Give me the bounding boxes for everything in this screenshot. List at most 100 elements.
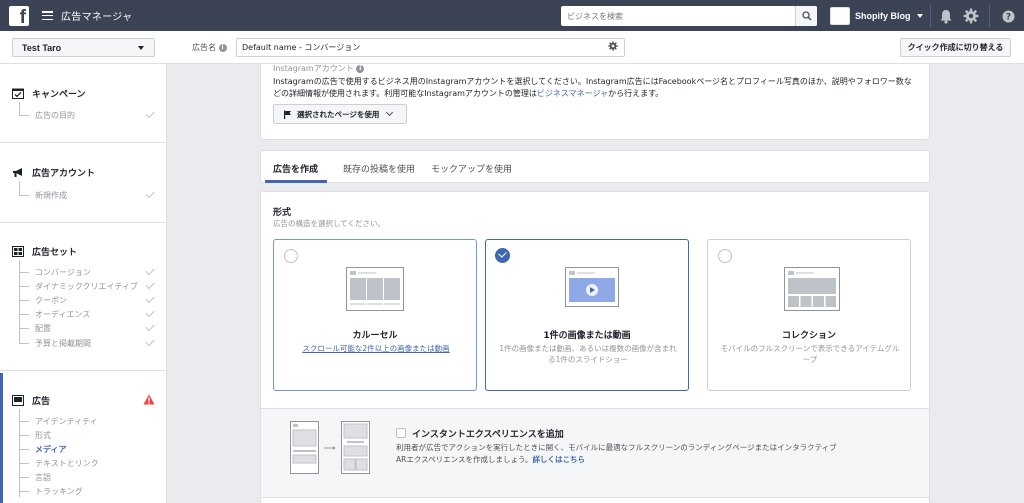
account-switcher[interactable]: Shopify Blog (830, 6, 923, 26)
business-manager-link[interactable]: ビジネスマネージャ (537, 89, 608, 98)
divider (989, 4, 990, 27)
tab-existing-post[interactable]: 既存の投稿を使用 (343, 162, 415, 175)
tree-line (19, 449, 29, 450)
svg-text:?: ? (1005, 12, 1010, 22)
learn-more-link[interactable]: 詳しくはこちら (533, 455, 586, 464)
account-name: Shopify Blog (855, 11, 911, 21)
instagram-description: Instagramの広告で使用するビジネス用のInstagramアカウントを選択… (273, 77, 912, 98)
check-icon (145, 279, 155, 290)
tree-line (19, 343, 29, 344)
gear-icon[interactable] (962, 7, 980, 25)
campaign-icon (12, 88, 24, 100)
sidebar-item-format[interactable]: 形式 (35, 430, 51, 441)
tree-line (19, 272, 29, 273)
facebook-logo-icon[interactable]: f (9, 5, 29, 27)
format-option-single-image-video[interactable]: 1件の画像または動画 1件の画像または動画、あるいは複数の画像が含まれる1件のス… (485, 239, 689, 391)
chevron-down-icon (386, 108, 394, 117)
use-selected-page-button[interactable]: 選択されたページを使用 (273, 104, 407, 124)
sidebar-item-coupon[interactable]: クーポン (35, 295, 67, 306)
single-video-illustration-icon (565, 267, 619, 307)
flag-icon (284, 110, 291, 119)
business-search-input[interactable] (561, 6, 795, 26)
hamburger-icon[interactable] (42, 11, 53, 20)
carousel-illustration-icon (346, 267, 404, 311)
tree-line (19, 300, 29, 301)
format-card: 形式 広告の構造を選択してください。 カルーセル スクロール可能な2件以上の画像… (260, 191, 930, 503)
sidebar-item-new-account[interactable]: 新規作成 (35, 190, 67, 201)
sidebar-item-media[interactable]: メディア (35, 444, 66, 455)
sidebar: キャンペーン 広告の目的 広告アカウント 新規作成 広告セット コンバージョン … (0, 64, 167, 503)
format-option-carousel[interactable]: カルーセル スクロール可能な2件以上の画像または動画 (273, 239, 477, 391)
check-icon (145, 293, 155, 304)
quick-create-button[interactable]: クイック作成に切り替える (900, 38, 1011, 57)
gear-icon[interactable] (608, 41, 618, 54)
sidebar-section-ad-set[interactable]: 広告セット (12, 245, 77, 258)
bell-icon[interactable] (937, 7, 955, 25)
ad-set-icon (12, 246, 24, 258)
tree-line (19, 314, 29, 315)
sidebar-item-text-link[interactable]: テキストとリンク (35, 458, 99, 469)
tree-line (19, 195, 29, 196)
sidebar-item-language[interactable]: 言語 (35, 472, 51, 483)
sidebar-section-ad[interactable]: 広告 (12, 394, 50, 407)
format-option-name: 1件の画像または動画 (543, 331, 631, 341)
chevron-down-icon (138, 46, 144, 50)
active-tab-indicator (265, 180, 327, 183)
main-content: Instagramアカウント i Instagramの広告で使用するビジネス用の… (167, 64, 1024, 503)
search-button[interactable] (795, 6, 817, 26)
check-icon (145, 188, 155, 199)
sidebar-item-budget[interactable]: 予算と掲載期間 (35, 338, 91, 349)
warning-icon (143, 394, 155, 408)
instant-experience-section: インスタントエクスペリエンスを追加 利用者が広告でアクションを実行したときに開く… (261, 408, 929, 503)
check-icon (145, 108, 155, 119)
tree-line (19, 286, 29, 287)
tree-line (19, 491, 29, 492)
next-section-card (260, 497, 930, 503)
check-icon (145, 321, 155, 332)
business-search (561, 6, 817, 26)
creation-tabs: 広告を作成 既存の投稿を使用 モックアップを使用 (260, 150, 930, 183)
sidebar-section-ad-account[interactable]: 広告アカウント (12, 166, 95, 179)
info-icon[interactable]: i (356, 65, 365, 73)
info-icon[interactable]: i (218, 44, 227, 52)
ad-account-select[interactable]: Test Taro (12, 38, 155, 57)
app-title: 広告マネージャ (61, 12, 133, 23)
sidebar-item-identity[interactable]: アイデンティティ (35, 416, 98, 427)
format-option-description: モバイルのフルスクリーンで表示できるアイテムグループ (720, 344, 900, 364)
ad-account-select-value: Test Taro (22, 42, 62, 53)
instant-experience-title: インスタントエクスペリエンスを追加 (412, 430, 564, 440)
sidebar-item-audience[interactable]: オーディエンス (35, 309, 90, 320)
tree-line (19, 328, 29, 329)
format-option-collection[interactable]: コレクション モバイルのフルスクリーンで表示できるアイテムグループ (707, 239, 911, 391)
search-icon (801, 11, 812, 21)
tree-line (19, 115, 29, 116)
sidebar-item-dynamic-creative[interactable]: ダイナミッククリエイティブ (35, 281, 138, 292)
format-option-description: スクロール可能な2件以上の画像または動画 (302, 344, 450, 353)
collection-illustration-icon (784, 267, 840, 311)
tab-create-ad[interactable]: 広告を作成 (273, 162, 318, 175)
megaphone-icon (12, 167, 24, 179)
sidebar-item-tracking[interactable]: トラッキング (35, 486, 83, 497)
sidebar-item-objective[interactable]: 広告の目的 (35, 110, 75, 121)
ad-name-input[interactable]: Default name - コンバージョン (236, 38, 625, 57)
tree-line (19, 463, 29, 464)
check-icon (145, 307, 155, 318)
sidebar-item-placement[interactable]: 配置 (35, 323, 51, 334)
instant-experience-checkbox[interactable] (396, 428, 406, 438)
radio-checked-icon[interactable] (495, 248, 510, 263)
radio-button[interactable] (284, 249, 298, 263)
tree-line (19, 409, 20, 497)
chevron-down-icon (916, 14, 923, 18)
account-thumbnail (830, 7, 850, 25)
tab-mockup[interactable]: モックアップを使用 (431, 162, 512, 175)
divider (0, 370, 166, 371)
sidebar-section-campaign[interactable]: キャンペーン (12, 87, 86, 100)
help-icon[interactable]: ? (999, 7, 1017, 25)
sidebar-item-conversion[interactable]: コンバージョン (35, 267, 91, 278)
format-option-name: カルーセル (352, 331, 398, 341)
divider (0, 222, 166, 223)
ad-name-label: 広告名 i (192, 42, 227, 53)
radio-button[interactable] (718, 249, 732, 263)
tree-line (19, 181, 20, 195)
format-title: 形式 (273, 208, 292, 218)
